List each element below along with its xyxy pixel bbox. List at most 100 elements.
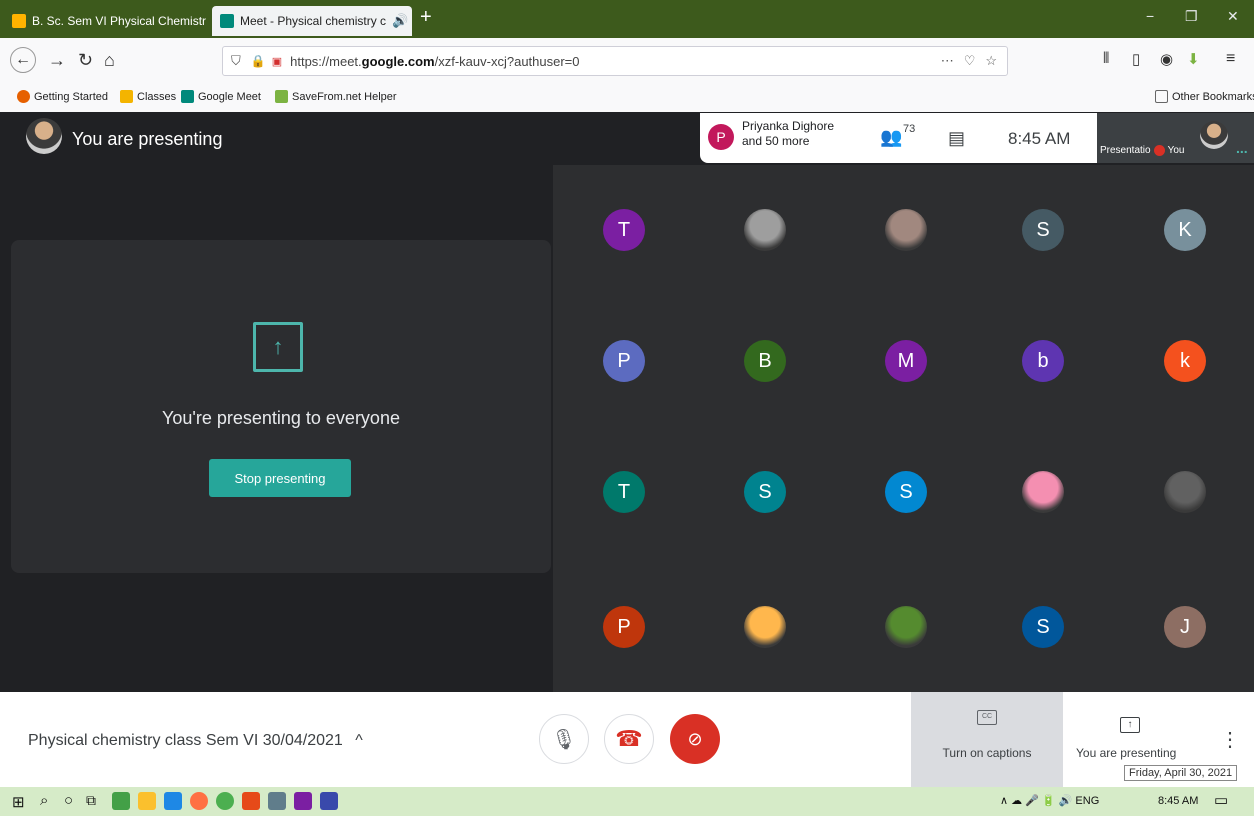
thumbnail-label: Presentatio You: [1100, 145, 1184, 156]
participant-avatar[interactable]: T: [603, 209, 645, 251]
sidebar-icon[interactable]: ▯: [1132, 50, 1140, 68]
bookmark-label: Google Meet: [198, 90, 261, 103]
firefox-icon: [17, 90, 30, 103]
file-explorer-icon[interactable]: [138, 792, 156, 810]
task-view-icon[interactable]: ⧉: [86, 792, 96, 809]
chat-icon[interactable]: ▤: [948, 128, 965, 149]
meeting-title: Physical chemistry class Sem VI 30/04/20…: [28, 732, 343, 749]
firefox-icon[interactable]: [190, 792, 208, 810]
system-tray[interactable]: ∧ ☁ 🎤 🔋 🔊 ENG: [1000, 794, 1099, 807]
lock-icon: 🔒: [250, 54, 266, 68]
tab-label: Meet - Physical chemistry c: [240, 14, 387, 28]
meeting-details[interactable]: Physical chemistry class Sem VI 30/04/20…: [28, 732, 363, 750]
bookmark-getting-started[interactable]: Getting Started: [17, 90, 108, 103]
microphone-button[interactable]: 🎙: [539, 714, 589, 764]
taskbar-clock[interactable]: 8:45 AM: [1158, 795, 1198, 807]
home-icon[interactable]: ⌂: [104, 50, 115, 71]
powerpoint-icon[interactable]: [242, 792, 260, 810]
participant-avatar[interactable]: S: [885, 471, 927, 513]
classroom-icon: [12, 14, 26, 28]
presenting-card: ↑ You're presenting to everyone Stop pre…: [11, 240, 551, 573]
download-icon[interactable]: ⬇: [1187, 50, 1200, 68]
participant-photo[interactable]: [744, 606, 786, 648]
back-icon[interactable]: ←: [10, 47, 36, 73]
bookmark-label: Getting Started: [34, 90, 108, 103]
bookmark-label: Classes: [137, 90, 177, 103]
notifications-icon[interactable]: ▭: [1214, 791, 1228, 809]
participant-avatar[interactable]: k: [1164, 340, 1206, 382]
audio-icon[interactable]: 🔊: [386, 13, 408, 29]
forward-icon[interactable]: →: [48, 50, 66, 71]
url-bar[interactable]: ⛉ 🔒 ▣ https://meet.google.com/xzf-kauv-x…: [222, 46, 1008, 76]
participant-photo[interactable]: [1022, 471, 1064, 513]
participant-photo[interactable]: [885, 209, 927, 251]
close-window-button[interactable]: ✕: [1227, 8, 1239, 25]
app-icon[interactable]: [112, 792, 130, 810]
camera-button[interactable]: ⊘: [670, 714, 720, 764]
participant-avatar[interactable]: S: [1022, 209, 1064, 251]
bookmark-label: SaveFrom.net Helper: [292, 90, 397, 103]
word-icon[interactable]: [164, 792, 182, 810]
participant-photo[interactable]: [885, 606, 927, 648]
library-icon[interactable]: ⫴: [1103, 50, 1109, 67]
participant-photo[interactable]: [744, 209, 786, 251]
savefrom-icon: [275, 90, 288, 103]
bookmark-savefrom[interactable]: SaveFrom.net Helper: [275, 90, 397, 103]
reload-icon[interactable]: ↻: [78, 50, 93, 71]
avatar: P: [708, 124, 734, 150]
captions-button[interactable]: CC Turn on captions: [911, 692, 1063, 787]
present-icon[interactable]: ↑: [1120, 717, 1140, 733]
page-actions-icon[interactable]: ⋯: [941, 53, 954, 69]
present-label[interactable]: You are presenting: [1076, 746, 1176, 760]
shield-icon: ⛉: [231, 53, 241, 68]
participant-avatar[interactable]: P: [603, 606, 645, 648]
captions-icon: CC: [977, 710, 997, 725]
restore-button[interactable]: ❐: [1185, 8, 1198, 25]
leave-call-button[interactable]: ☎: [604, 714, 654, 764]
pocket-icon[interactable]: ♡: [964, 53, 976, 69]
participant-avatar[interactable]: K: [1164, 209, 1206, 251]
participant-avatar[interactable]: J: [1164, 606, 1206, 648]
notepad-icon[interactable]: [268, 792, 286, 810]
bookmark-star-icon[interactable]: ☆: [985, 53, 997, 69]
participant-avatar[interactable]: P: [603, 340, 645, 382]
google-meet-icon: [181, 90, 194, 103]
participant-avatar[interactable]: S: [1022, 606, 1064, 648]
speaker-name: Priyanka Dighore: [742, 119, 835, 133]
participant-photo[interactable]: [1164, 471, 1206, 513]
bookmark-google-meet[interactable]: Google Meet: [181, 90, 261, 103]
more-options-icon[interactable]: ⋮: [1220, 727, 1240, 752]
participant-avatar[interactable]: B: [744, 340, 786, 382]
active-speaker-text: Priyanka Dighore and 50 more: [742, 119, 834, 149]
chevron-up-icon[interactable]: ^: [355, 732, 363, 749]
cortana-icon[interactable]: ○: [64, 792, 73, 809]
windows-start-icon[interactable]: ⊞: [12, 793, 25, 811]
more-options-icon[interactable]: ...: [1236, 140, 1248, 156]
participant-avatar[interactable]: b: [1022, 340, 1064, 382]
presenting-label: You are presenting: [72, 129, 223, 149]
present-screen-icon: ↑: [253, 322, 303, 372]
tab-meet[interactable]: Meet - Physical chemistry c 🔊 ✕: [212, 6, 412, 36]
avatar: [1200, 121, 1228, 149]
bookmark-classes[interactable]: Classes: [120, 90, 176, 103]
search-icon[interactable]: ⌕: [40, 792, 48, 809]
app-icon[interactable]: [320, 792, 338, 810]
close-tab-icon[interactable]: ✕: [206, 13, 208, 29]
new-tab-button[interactable]: +: [420, 6, 432, 29]
minimize-button[interactable]: −: [1146, 8, 1154, 24]
permissions-icon[interactable]: ▣: [272, 55, 282, 68]
participant-avatar[interactable]: M: [885, 340, 927, 382]
participant-avatar[interactable]: S: [744, 471, 786, 513]
onenote-icon[interactable]: [294, 792, 312, 810]
menu-icon[interactable]: ≡: [1226, 50, 1235, 68]
stop-presenting-button[interactable]: Stop presenting: [209, 459, 351, 497]
account-icon[interactable]: ◉: [1160, 50, 1173, 68]
chrome-icon[interactable]: [216, 792, 234, 810]
speaker-more: and 50 more: [742, 134, 810, 148]
participant-avatar[interactable]: T: [603, 471, 645, 513]
microphone-icon: 🎙: [551, 728, 577, 751]
people-icon[interactable]: 👥: [880, 127, 902, 148]
other-bookmarks[interactable]: Other Bookmarks: [1155, 90, 1254, 103]
presentation-label: Presentatio: [1100, 145, 1151, 157]
tab-classroom[interactable]: B. Sc. Sem VI Physical Chemistr ✕: [4, 6, 208, 36]
